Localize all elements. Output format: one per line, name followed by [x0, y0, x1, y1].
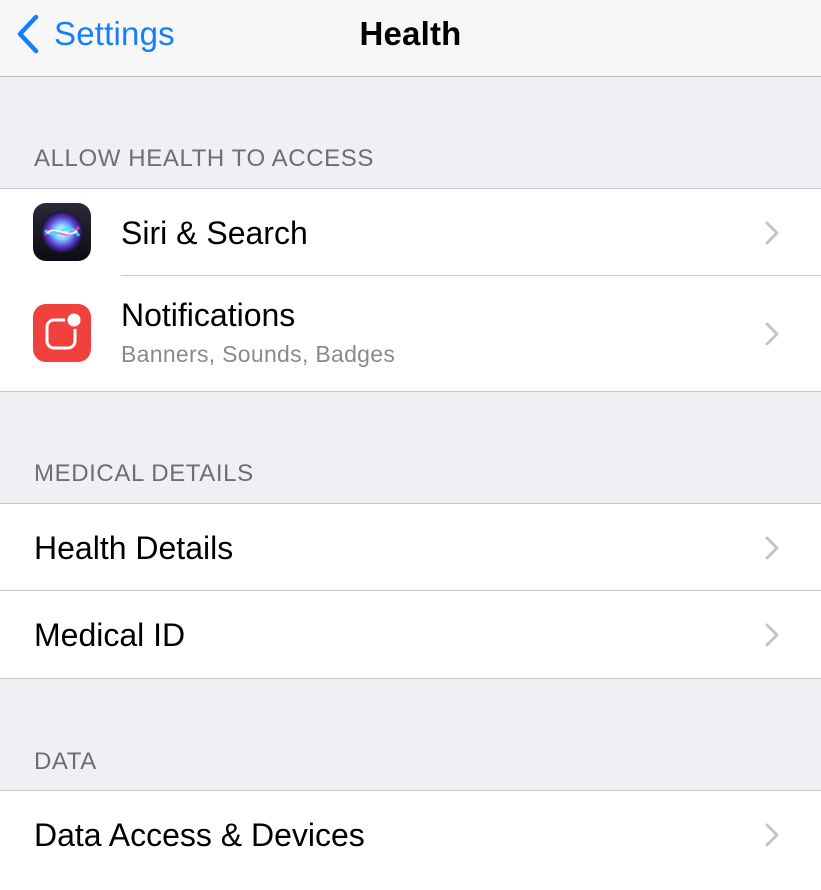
chevron-right-icon	[765, 322, 779, 346]
list-item-health-details[interactable]: Health Details	[0, 504, 821, 591]
medical-details-group: Health Details Medical ID	[0, 503, 821, 679]
navigation-bar: Settings Health	[0, 0, 821, 77]
list-item-siri-search[interactable]: Siri & Search	[0, 189, 821, 276]
data-access-devices-label: Data Access & Devices	[34, 817, 365, 853]
medical-id-label: Medical ID	[34, 617, 186, 653]
chevron-right-icon	[765, 536, 779, 560]
section-header-data: DATA	[34, 748, 97, 775]
notifications-label: Notifications	[121, 297, 296, 333]
health-details-label: Health Details	[34, 530, 234, 566]
data-group: Data Access & Devices	[0, 790, 821, 890]
list-item-medical-id[interactable]: Medical ID	[0, 591, 821, 678]
chevron-right-icon	[765, 221, 779, 245]
chevron-right-icon	[765, 623, 779, 647]
allow-access-group: Siri & Search Notifications Banners, Sou…	[0, 188, 821, 392]
notifications-subtitle: Banners, Sounds, Badges	[121, 341, 396, 367]
list-item-data-access-devices[interactable]: Data Access & Devices	[0, 791, 821, 878]
chevron-left-icon	[17, 14, 39, 54]
list-item-notifications[interactable]: Notifications Banners, Sounds, Badges	[0, 276, 821, 391]
chevron-right-icon	[765, 823, 779, 847]
back-button-label: Settings	[54, 15, 175, 52]
notifications-icon	[33, 304, 91, 362]
siri-icon	[33, 203, 91, 261]
section-header-medical-details: MEDICAL DETAILS	[34, 460, 254, 487]
back-button[interactable]: Settings	[16, 12, 175, 56]
siri-search-label: Siri & Search	[121, 215, 308, 251]
section-header-allow-access: ALLOW HEALTH TO ACCESS	[34, 145, 374, 172]
